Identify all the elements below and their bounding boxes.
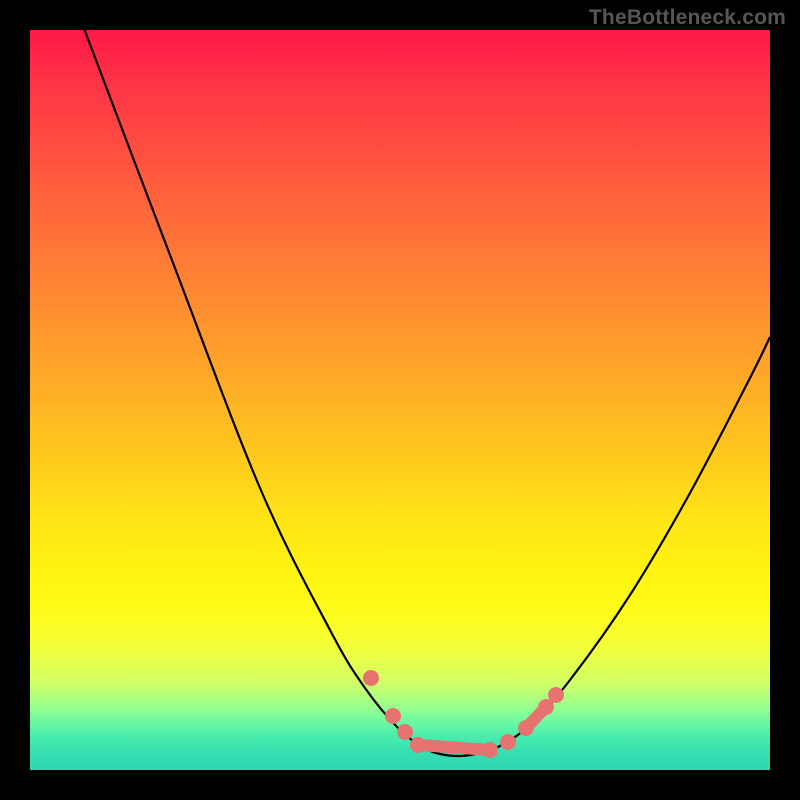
- marker-dot: [363, 670, 379, 686]
- marker-dot: [410, 737, 426, 753]
- curve-layer: [30, 30, 770, 770]
- highlight-markers: [363, 670, 564, 758]
- marker-dot: [482, 742, 498, 758]
- marker-dot: [397, 724, 413, 740]
- marker-segment: [418, 745, 490, 750]
- marker-dot: [385, 708, 401, 724]
- marker-dot: [500, 734, 516, 750]
- chart-frame: TheBottleneck.com: [0, 0, 800, 800]
- marker-dot: [548, 687, 564, 703]
- bottleneck-curve: [77, 10, 770, 756]
- marker-dot: [518, 720, 534, 736]
- watermark-text: TheBottleneck.com: [589, 6, 786, 30]
- plot-area: [30, 30, 770, 770]
